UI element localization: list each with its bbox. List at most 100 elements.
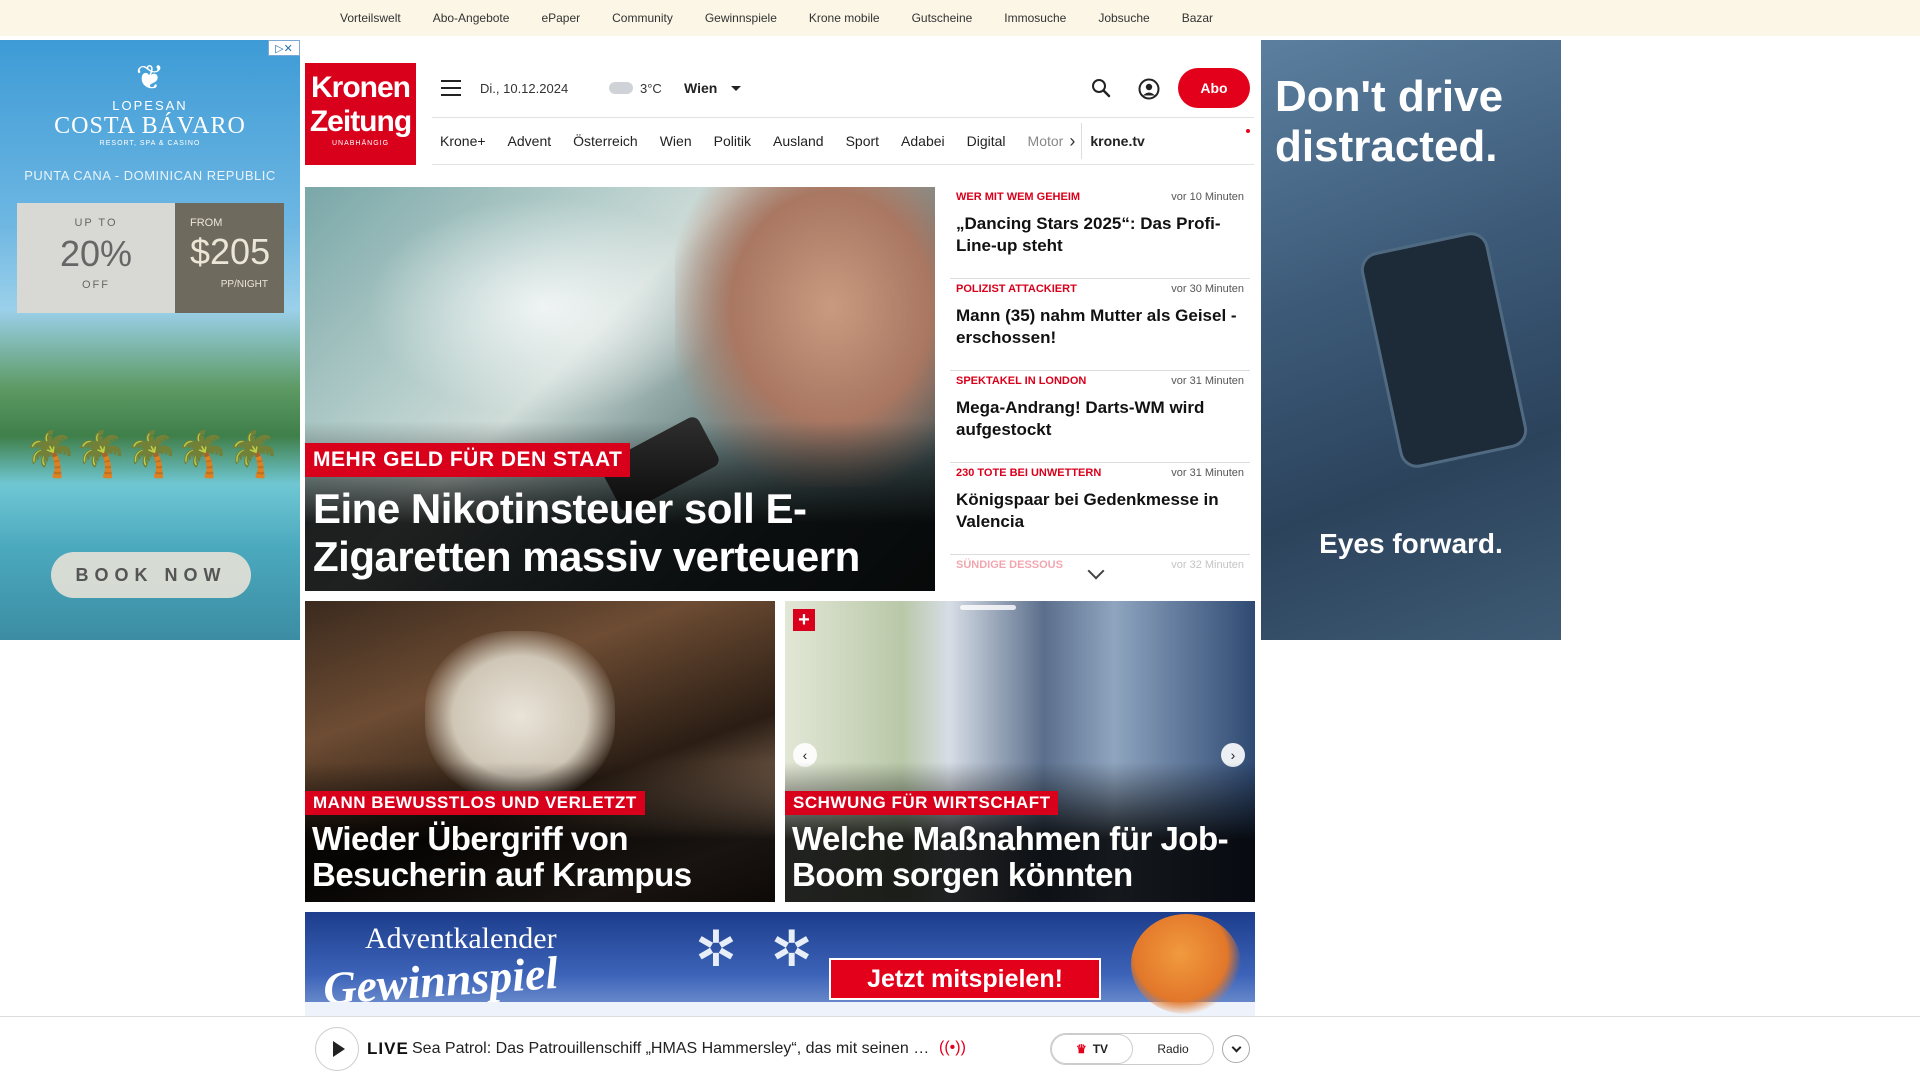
hero-kicker: MEHR GELD FÜR DEN STAAT	[305, 443, 631, 477]
tab-tv[interactable]: ♛ TV	[1051, 1034, 1133, 1064]
topnav-abo-angebote[interactable]: Abo-Angebote	[433, 11, 510, 25]
ticker-category: POLIZIST ATTACKIERT	[956, 283, 1077, 295]
kronen-zeitung-logo[interactable]: Kronen Zeitung UNABHÄNGIG	[305, 63, 416, 165]
ticker-item[interactable]: WER MIT WEM GEHEIM vor 10 Minuten „Dancin…	[950, 187, 1250, 279]
nav-item-oesterreich[interactable]: Österreich	[573, 133, 638, 149]
offer-price-value: $205	[190, 231, 271, 272]
ad-brand-main: COSTA BÁVARO	[54, 113, 246, 139]
topnav-bazar[interactable]: Bazar	[1182, 11, 1213, 25]
logo-line-3: UNABHÄNGIG	[331, 140, 390, 147]
topnav-immosuche[interactable]: Immosuche	[1004, 11, 1066, 25]
tree-graphic: ✲ ✲	[695, 921, 823, 977]
ad-right-tagline: Eyes forward.	[1319, 528, 1503, 559]
current-date: Di., 10.12.2024	[480, 81, 569, 96]
ad-right-headline: Don't drive distracted.	[1275, 72, 1504, 171]
city-selector[interactable]: Wien	[684, 80, 742, 96]
bird-logo-icon: ❦	[135, 59, 165, 97]
phone-graphic	[1357, 228, 1531, 472]
now-playing-title[interactable]: Sea Patrol: Das Patrouillenschiff „HMAS …	[412, 1040, 932, 1058]
ticker-time: vor 31 Minuten	[1171, 467, 1244, 479]
ad-hotel-brand: ❦ LOPESAN COSTA BÁVARO RESORT, SPA & CAS…	[0, 58, 300, 147]
caret-down-icon	[731, 85, 742, 91]
city-label: Wien	[684, 80, 718, 96]
ticker-time: vor 10 Minuten	[1171, 191, 1244, 203]
hamburger-menu-icon[interactable]	[441, 80, 461, 96]
advent-calendar-banner[interactable]: Adventkalender Gewinnspiel ✲ ✲ Jetzt mit…	[305, 912, 1255, 1016]
nav-item-motor[interactable]: Motor	[1028, 133, 1064, 149]
ad-offer-price: FROM $205 PP/NIGHT	[175, 203, 284, 313]
cloud-weather-icon	[609, 82, 633, 94]
nav-item-wien[interactable]: Wien	[660, 133, 692, 149]
ticker-time: vor 31 Minuten	[1171, 375, 1244, 387]
adchoices-icon[interactable]: ▷✕	[268, 40, 300, 56]
ticker-time: vor 30 Minuten	[1171, 283, 1244, 295]
offer-price-bottom: PP/NIGHT	[220, 279, 268, 290]
temperature: 3°C	[640, 81, 662, 96]
krone-crown-icon: ♛	[1075, 1042, 1087, 1056]
tv-radio-switch: ♛ TV Radio	[1050, 1033, 1214, 1065]
topnav-vorteilswelt[interactable]: Vorteilswelt	[340, 11, 401, 25]
ad-offer-discount: UP TO 20% OFF	[17, 203, 175, 313]
teaser-krampus[interactable]: MANN BEWUSSTLOS UND VERLETZT Wieder Über…	[305, 601, 775, 902]
main-navigation: Krone+ Advent Österreich Wien Politik Au…	[432, 117, 1254, 165]
book-now-button[interactable]: BOOK NOW	[51, 552, 251, 598]
live-label: LIVE	[367, 1039, 409, 1058]
krone-plus-badge: +	[793, 609, 815, 631]
topnav-community[interactable]: Community	[612, 11, 673, 25]
user-account-icon[interactable]	[1138, 78, 1160, 100]
ticker-category: SÜNDIGE DESSOUS	[956, 559, 1063, 571]
abo-button[interactable]: Abo	[1178, 68, 1250, 108]
jetzt-mitspielen-button[interactable]: Jetzt mitspielen!	[829, 958, 1101, 1000]
teaser-headline: Wieder Übergriff von Besucherin auf Kram…	[312, 820, 692, 893]
play-icon[interactable]	[315, 1027, 359, 1071]
ticker-title: Mann (35) nahm Mutter als Geisel - ersch…	[956, 306, 1237, 347]
palm-trees-graphic: 🌴🌴🌴🌴🌴	[23, 430, 281, 479]
teaser-kicker: MANN BEWUSSTLOS UND VERLETZT	[305, 791, 645, 815]
tab-tv-label: TV	[1092, 1042, 1109, 1056]
ticker-title: Mega-Andrang! Darts-WM wird aufgestockt	[956, 398, 1205, 439]
nav-item-krone-tv[interactable]: krone.tv	[1090, 133, 1144, 149]
ad-brand-sub: RESORT, SPA & CASINO	[99, 140, 201, 147]
topnav-jobsuche[interactable]: Jobsuche	[1098, 11, 1149, 25]
hero-image-smoke	[365, 197, 725, 417]
nav-item-ausland[interactable]: Ausland	[773, 133, 824, 149]
ticker-item[interactable]: 230 TOTE BEI UNWETTERN vor 31 Minuten Kön…	[950, 463, 1250, 555]
topnav-gutscheine[interactable]: Gutscheine	[912, 11, 973, 25]
nav-item-digital[interactable]: Digital	[967, 133, 1006, 149]
search-icon[interactable]	[1091, 78, 1111, 98]
teaser-job-boom[interactable]: + ‹ › SCHWUNG FÜR WIRTSCHAFT Welche Maßn…	[785, 601, 1255, 902]
ad-right-safety[interactable]: Don't drive distracted. Eyes forward.	[1261, 40, 1561, 640]
nav-item-krone-plus[interactable]: Krone+	[440, 133, 486, 149]
snow-graphic	[305, 1002, 1255, 1016]
ticker-category: WER MIT WEM GEHEIM	[956, 191, 1081, 203]
ad-location: PUNTA CANA - DOMINICAN REPUBLIC	[24, 168, 276, 183]
top-utility-bar: Vorteilswelt Abo-Angebote ePaper Communi…	[0, 0, 1920, 36]
nav-divider	[1081, 123, 1083, 159]
chevron-right-icon[interactable]: ›	[1069, 131, 1075, 152]
topnav-gewinnspiele[interactable]: Gewinnspiele	[705, 11, 777, 25]
offer-discount-top: UP TO	[74, 217, 118, 229]
ad-left-hotel[interactable]: ▷✕ ❦ LOPESAN COSTA BÁVARO RESORT, SPA & …	[0, 40, 300, 640]
nav-item-sport[interactable]: Sport	[846, 133, 879, 149]
news-ticker-list: WER MIT WEM GEHEIM vor 10 Minuten „Dancin…	[950, 187, 1250, 591]
nav-item-politik[interactable]: Politik	[714, 133, 751, 149]
hero-headline: Eine Nikotinsteuer soll E-Zigaretten mas…	[313, 485, 860, 580]
ticker-title: Königspaar bei Gedenkmesse in Valencia	[956, 490, 1219, 531]
expand-player-icon[interactable]	[1222, 1035, 1250, 1063]
hero-story[interactable]: MEHR GELD FÜR DEN STAAT Eine Nikotinsteu…	[305, 187, 935, 591]
nav-item-adabei[interactable]: Adabei	[901, 133, 945, 149]
nav-item-advent[interactable]: Advent	[508, 133, 552, 149]
topnav-epaper[interactable]: ePaper	[541, 11, 580, 25]
ticker-title: „Dancing Stars 2025“: Das Profi-Line-up …	[956, 214, 1221, 255]
offer-price-top: FROM	[190, 217, 223, 229]
ticker-category: 230 TOTE BEI UNWETTERN	[956, 467, 1102, 479]
ticker-item[interactable]: POLIZIST ATTACKIERT vor 30 Minuten Mann (…	[950, 279, 1250, 371]
ticker-item[interactable]: SPEKTAKEL IN LONDON vor 31 Minuten Mega-A…	[950, 371, 1250, 463]
ticker-time: vor 32 Minuten	[1171, 559, 1244, 571]
offer-discount-value: 20%	[59, 233, 133, 274]
topnav-krone-mobile[interactable]: Krone mobile	[809, 11, 880, 25]
tab-radio[interactable]: Radio	[1133, 1034, 1213, 1064]
fox-mascot-graphic	[1131, 914, 1241, 1014]
offer-discount-bottom: OFF	[82, 279, 110, 291]
teaser-headline: Welche Maßnahmen für Job-Boom sorgen kön…	[792, 820, 1229, 893]
